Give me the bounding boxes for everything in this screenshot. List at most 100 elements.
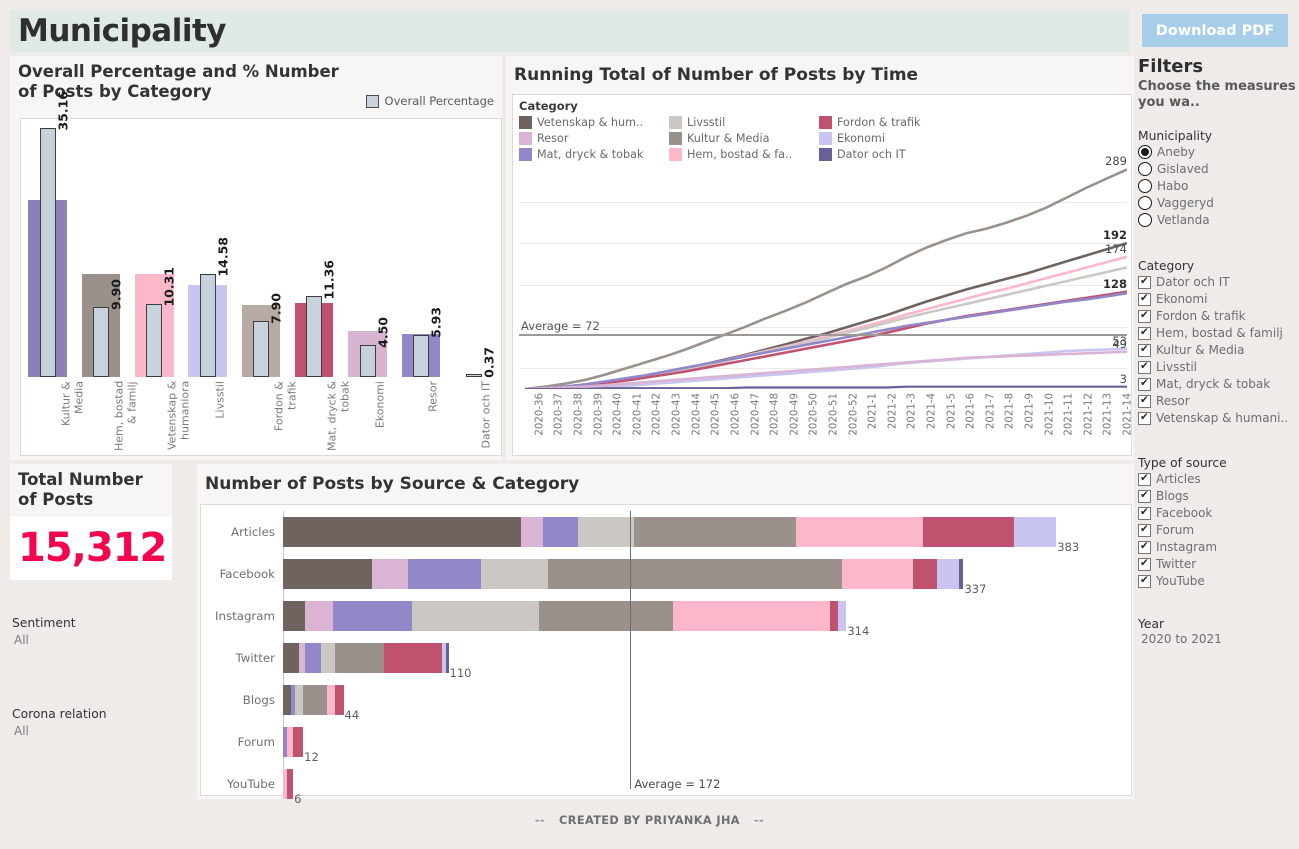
bar-group[interactable]: 0.37	[448, 119, 501, 377]
stacked-bar-segment[interactable]	[333, 601, 413, 631]
stacked-bar-row[interactable]: Blogs 44	[201, 685, 1131, 722]
category-checkbox-row[interactable]: Ekonomi	[1138, 291, 1299, 308]
checkbox-icon[interactable]	[1138, 574, 1151, 588]
category-checkbox-row[interactable]: Hem, bostad & familj	[1138, 325, 1299, 342]
stacked-bar-segment[interactable]	[937, 559, 960, 589]
stacked-bar-segment[interactable]	[305, 601, 334, 631]
category-checkbox-row[interactable]: Resor	[1138, 393, 1299, 410]
year-filter-value[interactable]: 2020 to 2021	[1138, 632, 1299, 646]
category-checkbox-row[interactable]: Fordon & trafik	[1138, 308, 1299, 325]
stacked-bar-segment[interactable]	[283, 601, 306, 631]
stacked-bar-segment[interactable]	[912, 559, 938, 589]
checkbox-icon[interactable]	[1138, 411, 1151, 425]
download-pdf-button[interactable]: Download PDF	[1142, 14, 1288, 47]
stacked-bar-segment[interactable]	[283, 685, 292, 715]
checkbox-icon[interactable]	[1138, 292, 1151, 306]
radio-button-icon[interactable]	[1138, 145, 1152, 159]
stacked-bar-segment[interactable]	[295, 685, 304, 715]
stacked-bar-segment[interactable]	[327, 685, 336, 715]
checkbox-icon[interactable]	[1138, 540, 1151, 554]
checkbox-icon[interactable]	[1138, 326, 1151, 340]
checkbox-icon[interactable]	[1138, 394, 1151, 408]
bar-group[interactable]: 7.90	[234, 119, 287, 377]
source-checkbox-row[interactable]: Instagram	[1138, 539, 1299, 556]
checkbox-icon[interactable]	[1138, 489, 1151, 503]
source-checkbox-row[interactable]: Facebook	[1138, 505, 1299, 522]
stacked-bar-segment[interactable]	[795, 517, 924, 547]
category-checkbox-row[interactable]: Vetenskap & humani..	[1138, 410, 1299, 427]
stacked-bar-segment[interactable]	[283, 643, 300, 673]
checkbox-icon[interactable]	[1138, 309, 1151, 323]
stacked-bar-segment[interactable]	[383, 643, 443, 673]
stacked-bar-segment[interactable]	[303, 685, 328, 715]
municipality-radio-row[interactable]: Vetlanda	[1138, 212, 1299, 229]
legend-item[interactable]: Hem, bostad & fa..	[669, 148, 819, 161]
stacked-bar-segment[interactable]	[634, 517, 796, 547]
stacked-bar-segment[interactable]	[408, 559, 481, 589]
stacked-bar-segment[interactable]	[838, 601, 847, 631]
category-checkbox-row[interactable]: Mat, dryck & tobak	[1138, 376, 1299, 393]
stacked-bar-row[interactable]: Articles 383	[201, 517, 1131, 554]
category-checkbox-row[interactable]: Kultur & Media	[1138, 342, 1299, 359]
bar-group[interactable]: 10.31	[128, 119, 181, 377]
legend-item[interactable]: Livsstil	[669, 116, 819, 129]
stacked-bar-segment[interactable]	[293, 727, 304, 757]
stacked-bar-segment[interactable]	[335, 685, 344, 715]
municipality-radio-row[interactable]: Gislaved	[1138, 161, 1299, 178]
checkbox-icon[interactable]	[1138, 523, 1151, 537]
legend-item[interactable]: Vetenskap & hum..	[519, 116, 669, 129]
radio-button-icon[interactable]	[1138, 196, 1152, 210]
source-checkbox-row[interactable]: YouTube	[1138, 573, 1299, 590]
stacked-bar-row[interactable]: Twitter 110	[201, 643, 1131, 680]
checkbox-icon[interactable]	[1138, 472, 1151, 486]
stacked-bar-segment[interactable]	[923, 517, 1014, 547]
legend-item[interactable]: Kultur & Media	[669, 132, 819, 145]
category-checkbox-row[interactable]: Livsstil	[1138, 359, 1299, 376]
stacked-bar-row[interactable]: Forum 12	[201, 727, 1131, 764]
source-checkbox-row[interactable]: Articles	[1138, 471, 1299, 488]
stacked-bar-segment[interactable]	[283, 559, 372, 589]
checkbox-icon[interactable]	[1138, 557, 1151, 571]
bar-group[interactable]: 5.93	[394, 119, 447, 377]
stacked-bar-row[interactable]: Facebook 337	[201, 559, 1131, 596]
bar-group[interactable]: 11.36	[288, 119, 341, 377]
stacked-bar-segment[interactable]	[959, 559, 964, 589]
bar-group[interactable]: 4.50	[341, 119, 394, 377]
municipality-radio-row[interactable]: Aneby	[1138, 144, 1299, 161]
stacked-bar-segment[interactable]	[305, 643, 322, 673]
radio-button-icon[interactable]	[1138, 162, 1152, 176]
stacked-bar-segment[interactable]	[830, 601, 839, 631]
stacked-bar-segment[interactable]	[842, 559, 913, 589]
source-checkbox-row[interactable]: Forum	[1138, 522, 1299, 539]
radio-button-icon[interactable]	[1138, 179, 1152, 193]
legend-item[interactable]: Dator och IT	[819, 148, 969, 161]
checkbox-icon[interactable]	[1138, 506, 1151, 520]
stacked-bar-segment[interactable]	[480, 559, 548, 589]
municipality-radio-row[interactable]: Habo	[1138, 178, 1299, 195]
stacked-bar-segment[interactable]	[446, 643, 449, 673]
source-checkbox-row[interactable]: Blogs	[1138, 488, 1299, 505]
category-checkbox-row[interactable]: Dator och IT	[1138, 274, 1299, 291]
checkbox-icon[interactable]	[1138, 360, 1151, 374]
legend-item[interactable]: Mat, dryck & tobak	[519, 148, 669, 161]
stacked-bar-segment[interactable]	[539, 601, 673, 631]
bar-group[interactable]: 9.90	[74, 119, 127, 377]
stacked-bar-segment[interactable]	[1013, 517, 1057, 547]
stacked-bar-segment[interactable]	[547, 559, 843, 589]
radio-button-icon[interactable]	[1138, 213, 1152, 227]
stacked-bar-segment[interactable]	[521, 517, 544, 547]
legend-item[interactable]: Ekonomi	[819, 132, 969, 145]
checkbox-icon[interactable]	[1138, 343, 1151, 357]
stacked-bar-segment[interactable]	[672, 601, 831, 631]
legend-item[interactable]: Resor	[519, 132, 669, 145]
stacked-bar-segment[interactable]	[283, 517, 522, 547]
stacked-bar-segment[interactable]	[577, 517, 635, 547]
stacked-bar-segment[interactable]	[321, 643, 336, 673]
stacked-bar-segment[interactable]	[371, 559, 409, 589]
bar-group[interactable]: 35.16	[21, 91, 74, 377]
bar-group[interactable]: 14.58	[181, 119, 234, 377]
stacked-bar-row[interactable]: Instagram 314	[201, 601, 1131, 638]
stacked-bar-segment[interactable]	[335, 643, 384, 673]
municipality-radio-row[interactable]: Vaggeryd	[1138, 195, 1299, 212]
stacked-bar-segment[interactable]	[543, 517, 578, 547]
